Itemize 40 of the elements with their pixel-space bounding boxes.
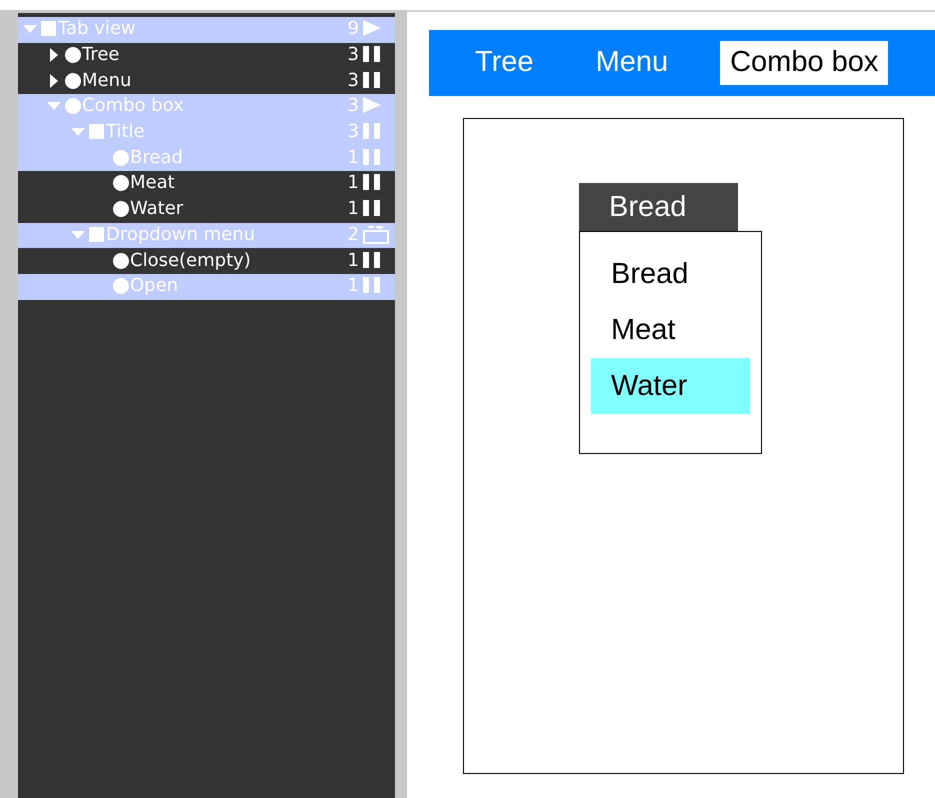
expand-arrow-icon[interactable] [50,48,58,62]
child-count: 1 [346,277,359,296]
tab[interactable]: Menu [586,41,678,85]
collapse-arrow-icon[interactable] [71,230,85,239]
combo-box-header[interactable]: Bread [579,183,738,231]
node-label: Bread [130,148,184,167]
child-count: 3 [346,97,359,116]
child-count: 2 [346,226,359,244]
node-label: Dropdown menu [106,226,256,244]
node-label: Title [106,123,146,142]
tab[interactable]: Tree [465,41,544,85]
dropdown-option[interactable]: Bread [591,246,750,302]
dropdown-option[interactable]: Meat [591,302,750,358]
node-label: Water [130,200,184,218]
node-label: Meat [130,174,176,192]
node-label: Combo box [82,97,185,116]
tree-row[interactable]: Meat 1 [18,171,395,197]
tree-row[interactable]: Close(empty) 1 [18,248,395,274]
child-count: 1 [346,148,359,167]
expand-arrow-icon[interactable] [50,74,58,88]
tree-row[interactable]: Menu 3 [18,68,395,94]
node-label: Open [130,277,180,296]
dropdown-option[interactable]: Water [591,358,750,414]
child-count: 3 [346,72,359,90]
child-count: 1 [346,174,359,192]
child-count: 9 [346,20,359,38]
tab[interactable]: Combo box [720,41,888,85]
child-count: 1 [346,200,359,218]
child-count: 1 [346,252,359,270]
node-label: Menu [82,72,132,90]
collapse-arrow-icon[interactable] [71,128,85,136]
collapse-arrow-icon[interactable] [23,25,37,34]
tree-row[interactable]: Water 1 [18,196,395,222]
node-label: Tree [82,46,121,64]
child-count: 3 [346,123,359,142]
child-count: 3 [346,46,359,64]
collapse-arrow-icon[interactable] [47,102,61,110]
tree-row[interactable]: Tree 3 [18,42,395,68]
node-label: Close(empty) [130,252,252,270]
node-label: Tab view [58,20,137,38]
